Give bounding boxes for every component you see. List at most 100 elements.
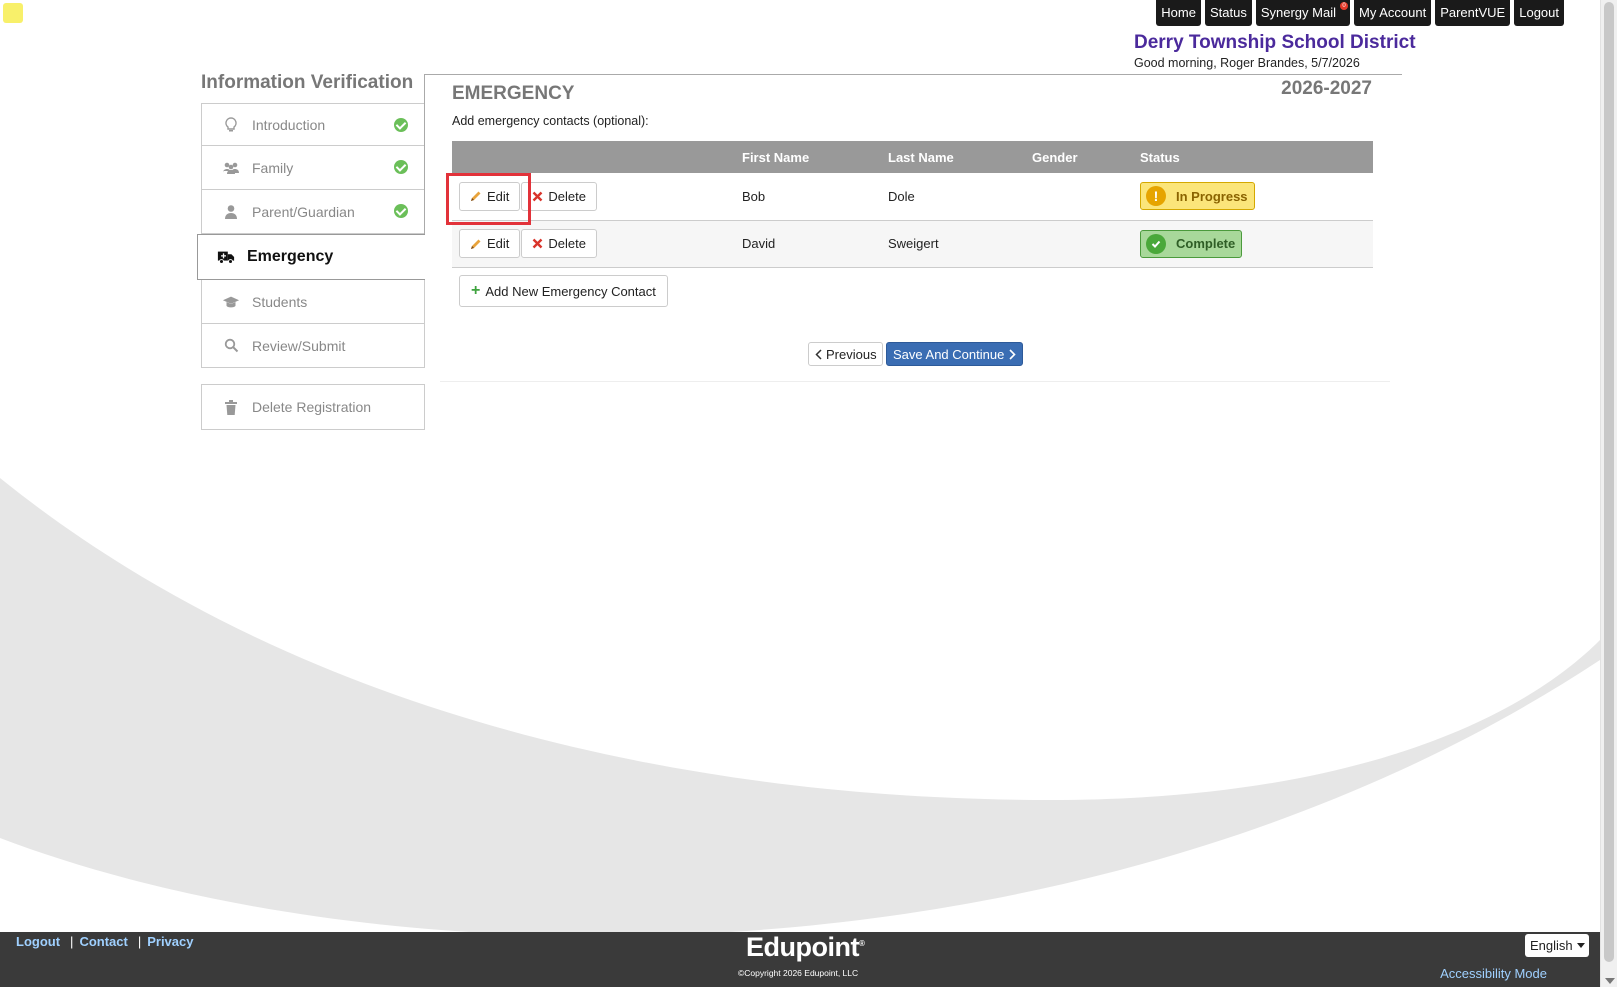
nav-home[interactable]: Home <box>1156 0 1201 26</box>
delete-button[interactable]: Delete <box>521 229 597 258</box>
previous-label: Previous <box>826 346 877 362</box>
edit-button-label: Edit <box>487 188 510 204</box>
exclamation-icon: ! <box>1146 186 1166 207</box>
plus-icon: + <box>471 282 481 299</box>
section-hint: Add emergency contacts (optional): <box>452 114 649 128</box>
delete-button-label: Delete <box>548 188 586 204</box>
last-name-cell: Dole <box>888 173 1032 221</box>
gender-cell <box>1032 173 1140 221</box>
status-cell: ! In Progress <box>1140 173 1373 221</box>
add-emergency-contact-label: Add New Emergency Contact <box>485 283 656 299</box>
add-emergency-contact-button[interactable]: + Add New Emergency Contact <box>459 275 668 307</box>
last-name-cell: Sweigert <box>888 220 1032 268</box>
table-header-row: First Name Last Name Gender Status <box>452 141 1373 173</box>
search-icon <box>222 337 240 355</box>
gender-cell <box>1032 220 1140 268</box>
copyright: ©Copyright 2026 Edupoint, LLC <box>738 968 859 978</box>
footer-separator: | <box>137 934 142 949</box>
first-name-cell: David <box>742 220 888 268</box>
scrollbar[interactable] <box>1600 0 1617 987</box>
delete-button[interactable]: Delete <box>521 181 597 211</box>
scroll-down-arrow-icon[interactable] <box>1605 978 1615 984</box>
column-header-first-name: First Name <box>742 141 888 173</box>
check-circle-icon <box>394 204 408 218</box>
delete-registration-label: Delete Registration <box>252 399 372 415</box>
step-parent-guardian[interactable]: Parent/Guardian <box>201 190 425 234</box>
status-badge: Complete <box>1140 229 1243 258</box>
nav-logout[interactable]: Logout <box>1514 0 1564 26</box>
scrollbar-thumb[interactable] <box>1604 2 1614 962</box>
chevron-right-icon <box>1009 348 1016 360</box>
step-label: Family <box>252 159 294 176</box>
nav-status[interactable]: Status <box>1204 0 1252 26</box>
column-header-status: Status <box>1140 141 1373 173</box>
user-icon <box>222 203 240 221</box>
accessibility-mode-link[interactable]: Accessibility Mode <box>1440 966 1547 981</box>
nav-synergy-mail[interactable]: Synergy Mail 0 <box>1255 0 1350 26</box>
edupoint-logo: Edupoint® <box>746 932 865 962</box>
previous-button[interactable]: Previous <box>808 342 883 366</box>
save-and-continue-button[interactable]: Save And Continue <box>886 342 1024 366</box>
nav-my-account[interactable]: My Account <box>1353 0 1432 26</box>
close-icon <box>532 238 543 249</box>
brand-name: Edupoint <box>746 932 859 962</box>
save-and-continue-label: Save And Continue <box>893 346 1005 362</box>
step-label: Students <box>252 293 308 310</box>
step-review-submit[interactable]: Review/Submit <box>201 324 425 368</box>
column-header-actions <box>452 141 742 173</box>
panel-left-border <box>424 74 425 234</box>
school-year: 2026-2027 <box>1281 78 1372 99</box>
footer-privacy-link[interactable]: Privacy <box>147 934 193 949</box>
caret-down-icon <box>1576 943 1585 948</box>
column-header-last-name: Last Name <box>888 141 1032 173</box>
check-circle-icon <box>1146 233 1166 254</box>
check-circle-icon <box>394 118 408 132</box>
page: Home Status Synergy Mail 0 My Account Par… <box>0 0 1600 932</box>
actions-cell: Edit Delete <box>452 173 742 221</box>
delete-button-label: Delete <box>548 236 586 251</box>
check-circle-icon <box>394 160 408 174</box>
edit-button-label: Edit <box>487 236 510 251</box>
lightbulb-icon <box>222 116 240 134</box>
column-header-gender: Gender <box>1032 141 1140 173</box>
mail-count-badge: 0 <box>1339 2 1348 10</box>
nav-synergy-mail-label: Synergy Mail <box>1260 5 1336 20</box>
footer: Logout | Contact | Privacy Edupoint® ©Co… <box>0 932 1600 987</box>
footer-links: Logout | Contact | Privacy <box>16 934 193 949</box>
step-emergency[interactable]: Emergency <box>197 234 425 280</box>
delete-registration-button[interactable]: Delete Registration <box>201 384 425 430</box>
top-nav: Home Status Synergy Mail 0 My Account Par… <box>1156 0 1564 26</box>
status-badge: ! In Progress <box>1140 182 1255 211</box>
edit-button[interactable]: Edit <box>459 229 521 258</box>
step-students[interactable]: Students <box>201 280 425 324</box>
status-cell: Complete <box>1140 220 1373 268</box>
pencil-icon <box>470 190 482 202</box>
step-family[interactable]: Family <box>201 146 425 190</box>
status-label: In Progress <box>1176 188 1248 204</box>
chevron-left-icon <box>815 348 822 360</box>
table-row: Edit Delete Bob Dole ! In Progress <box>452 173 1373 221</box>
edit-button[interactable]: Edit <box>459 181 521 211</box>
users-icon <box>222 159 240 177</box>
emergency-contacts-table: First Name Last Name Gender Status Edit … <box>452 141 1373 268</box>
step-label: Emergency <box>247 248 334 265</box>
nav-parentvue[interactable]: ParentVUE <box>1435 0 1511 26</box>
close-icon <box>532 191 543 202</box>
section-title: EMERGENCY <box>452 83 575 104</box>
language-select[interactable]: English <box>1525 934 1589 957</box>
actions-cell: Edit Delete <box>452 220 742 268</box>
corner-marker <box>3 3 23 23</box>
ambulance-icon <box>217 248 235 266</box>
first-name-cell: Bob <box>742 173 888 221</box>
sidebar-title: Information Verification <box>201 72 414 93</box>
step-list: Introduction Family Parent/Guardian Emer… <box>197 103 425 368</box>
step-label: Review/Submit <box>252 337 346 354</box>
panel-bottom-divider <box>440 381 1390 382</box>
footer-contact-link[interactable]: Contact <box>79 934 127 949</box>
step-introduction[interactable]: Introduction <box>201 103 425 146</box>
pencil-icon <box>470 238 482 250</box>
greeting: Good morning, Roger Brandes, 5/7/2026 <box>1134 56 1360 70</box>
trash-icon <box>222 398 240 416</box>
footer-logout-link[interactable]: Logout <box>16 934 60 949</box>
panel-top-border <box>424 74 1402 75</box>
